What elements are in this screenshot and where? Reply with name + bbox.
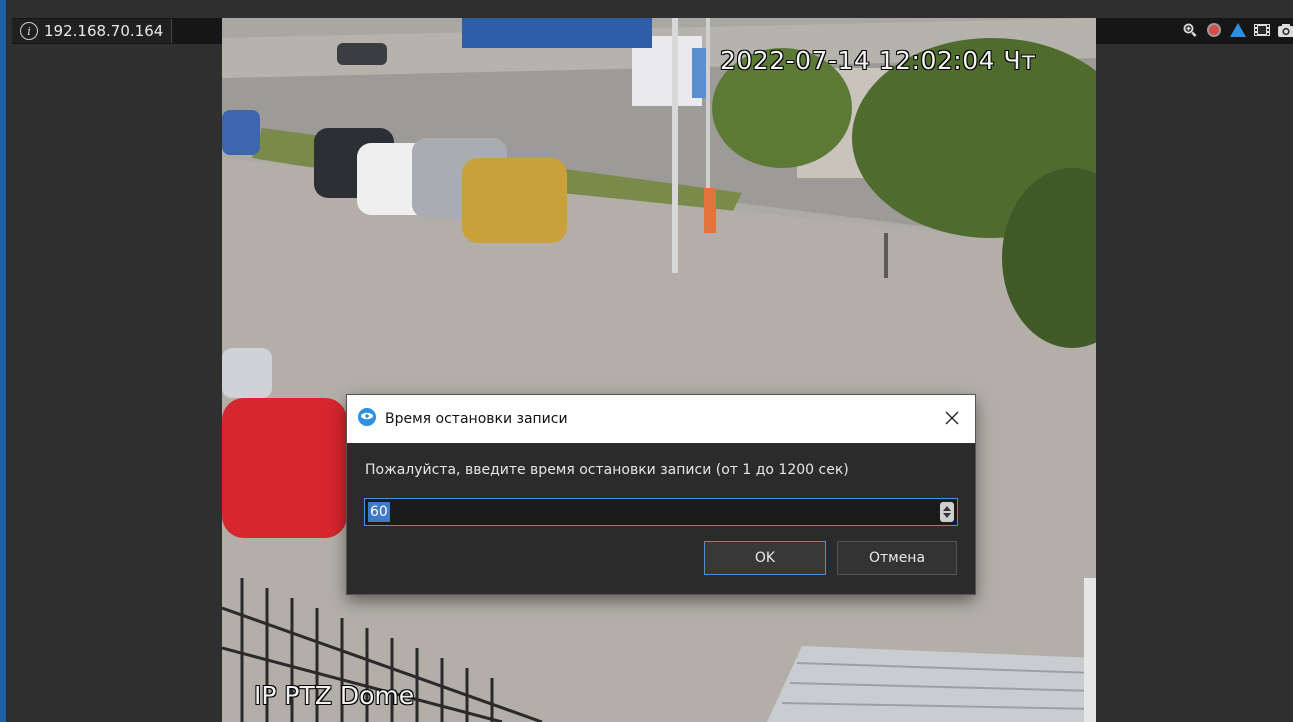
alarm-icon[interactable] [1229, 21, 1247, 39]
close-icon[interactable] [945, 410, 959, 429]
info-icon[interactable]: i [20, 22, 38, 40]
zoom-icon[interactable] [1181, 21, 1199, 39]
camera-view-frame: i 192.168.70.164 2022-07-14 12:02:04 Чт … [0, 0, 1293, 722]
film-icon[interactable] [1253, 21, 1271, 39]
osd-datetime: 2022-07-14 12:02:04 Чт [720, 46, 1037, 75]
camera-toolbar [1181, 21, 1293, 39]
dialog-titlebar: Время остановки записи [347, 395, 975, 443]
record-icon[interactable] [1205, 21, 1223, 39]
camera-ip: 192.168.70.164 [44, 22, 164, 40]
spin-arrows[interactable] [940, 502, 954, 522]
close-button[interactable] [929, 395, 975, 443]
dialog-title: Время остановки записи [385, 411, 568, 427]
snapshot-icon[interactable] [1277, 21, 1293, 39]
camera-info[interactable]: i 192.168.70.164 [12, 19, 173, 43]
osd-camera-name: IP PTZ Dome [254, 681, 415, 710]
stop-time-spinbox[interactable]: 60 [364, 498, 958, 526]
chevron-down-icon[interactable] [943, 513, 951, 518]
camera-video-feed[interactable]: 2022-07-14 12:02:04 Чт IP PTZ Dome [222, 18, 1096, 722]
video-scene [222, 18, 1096, 722]
app-logo-icon [357, 407, 377, 431]
stop-recording-dialog: Время остановки записи Пожалуйста, введи… [347, 395, 975, 594]
dialog-prompt: Пожалуйста, введите время остановки запи… [365, 462, 849, 478]
stop-time-value[interactable]: 60 [368, 502, 390, 522]
cancel-button[interactable]: Отмена [837, 541, 957, 575]
chevron-up-icon[interactable] [943, 506, 951, 511]
ok-button[interactable]: OK [704, 541, 826, 575]
